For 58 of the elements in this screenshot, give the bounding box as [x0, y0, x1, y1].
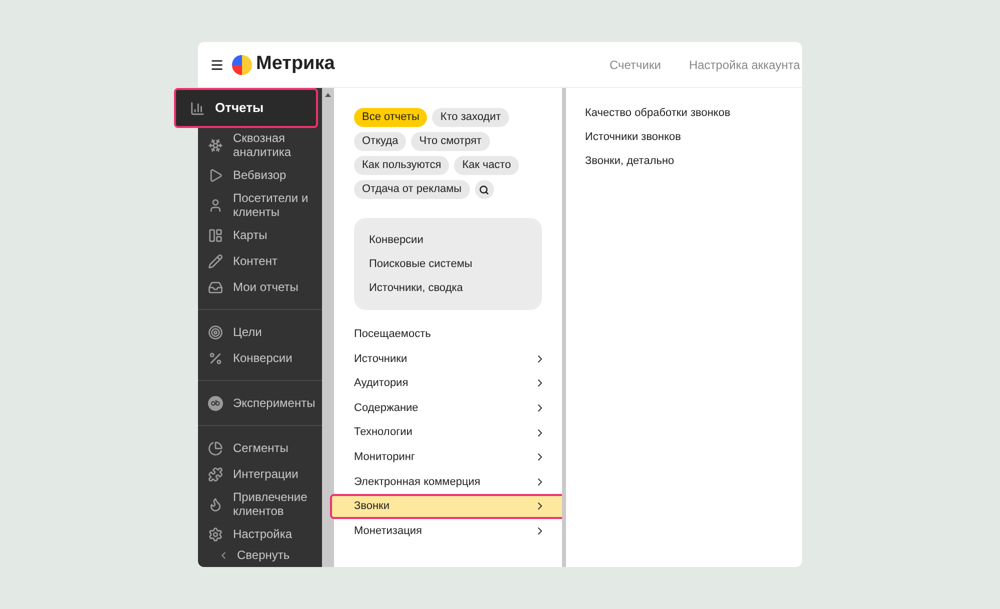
sidebar-item[interactable]: Цели [198, 319, 322, 345]
sidebar-item[interactable]: Сегменты [198, 435, 322, 461]
play-icon [208, 168, 223, 182]
report-menu-item[interactable]: Технологии [350, 420, 546, 445]
sidebar-item[interactable]: Конверсии [198, 345, 322, 371]
report-menu-item[interactable]: Монетизация [350, 518, 546, 544]
puzzle-icon [208, 466, 223, 482]
sidebar-item[interactable]: Эксперименты [198, 390, 322, 416]
sidebar-item[interactable]: Настройка [198, 521, 322, 547]
logo-text: Метрика [256, 52, 335, 76]
percent-icon [208, 350, 223, 366]
sidebar-item[interactable]: Контент [198, 248, 322, 274]
featured-link[interactable]: Конверсии [369, 234, 542, 246]
report-menu-item[interactable]: Источники [350, 346, 546, 372]
sidebar-item[interactable]: Карты [198, 222, 322, 248]
settings-icon [208, 526, 223, 542]
pie-chart-icon [208, 440, 223, 456]
sidebar-item[interactable]: Вебвизор [198, 162, 322, 188]
logo-icon [232, 54, 252, 74]
featured-link[interactable]: Поисковые системы [369, 258, 542, 270]
nav-link[interactable]: Настройка аккаунта [688, 56, 800, 74]
search-icon [479, 184, 490, 194]
inbox-icon [208, 280, 223, 294]
sidebar-item[interactable]: Привлечение клиентов [198, 487, 322, 521]
collapse-button[interactable]: Свернуть [218, 546, 290, 564]
report-menu-item[interactable]: Посещаемость [350, 322, 546, 347]
target-icon [208, 324, 223, 340]
nav-link[interactable]: Счетчики [609, 56, 661, 74]
bar-chart-icon [190, 100, 205, 116]
filter-chip[interactable]: Все отчеты [354, 108, 428, 127]
sidebar-item[interactable]: Отчеты [174, 88, 318, 128]
sidebar-item[interactable]: Мои отчеты [198, 274, 322, 300]
featured-link[interactable]: Источники, сводка [369, 282, 542, 294]
search-button[interactable] [474, 180, 494, 199]
report-menu-item[interactable]: Электронная коммерция [350, 470, 546, 494]
user-icon [208, 198, 223, 212]
flame-icon [208, 496, 223, 512]
sidebar-item[interactable]: Посетители и клиенты [198, 188, 322, 222]
filter-chip[interactable]: Отдача от рекламы [354, 180, 470, 199]
sidebar-item[interactable]: Интеграции [198, 461, 322, 487]
report-link[interactable]: Источники звонков [585, 131, 802, 144]
report-menu-item[interactable]: Мониторинг [350, 444, 546, 470]
report-menu-item[interactable]: Содержание [350, 396, 546, 420]
filter-chip[interactable]: Откуда [354, 132, 406, 151]
scroll-up-icon[interactable] [325, 93, 331, 97]
sidebar-item[interactable]: Сквозная аналитика [198, 128, 322, 162]
filter-chip[interactable]: Как пользуются [354, 156, 450, 175]
report-link[interactable]: Звонки, детально [585, 155, 802, 168]
ab-icon [208, 396, 223, 410]
report-menu-item[interactable]: Аудитория [350, 371, 546, 396]
snowflake-icon [208, 138, 223, 152]
layout-icon [208, 228, 223, 242]
filter-chip[interactable]: Что смотрят [411, 132, 490, 151]
report-link[interactable]: Качество обработки звонков [585, 107, 802, 120]
filter-chip[interactable]: Кто заходит [432, 108, 509, 127]
menu-icon[interactable] [210, 58, 224, 72]
pencil-icon [208, 254, 223, 268]
filter-chip[interactable]: Как часто [454, 156, 519, 175]
